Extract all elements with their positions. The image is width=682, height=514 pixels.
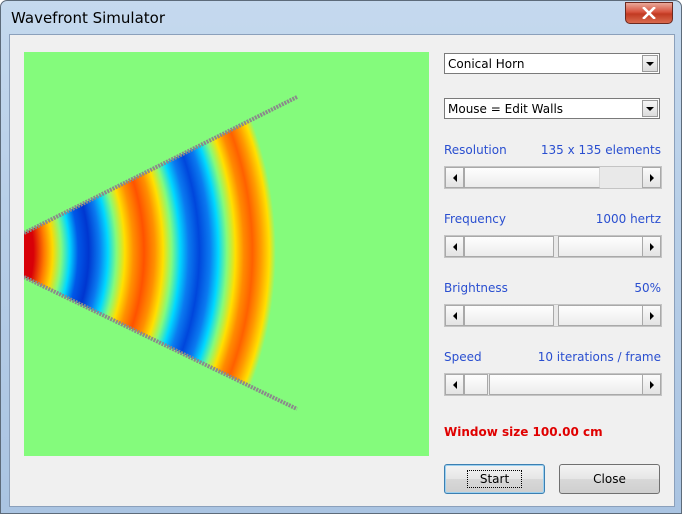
mouse-mode-select-value: Mouse = Edit Walls [448,102,564,116]
scroll-right-icon[interactable] [642,374,661,395]
scroll-right-icon[interactable] [642,167,661,188]
scroll-right-icon[interactable] [642,236,661,257]
resolution-value: 135 x 135 elements [540,143,661,157]
speed-value: 10 iterations / frame [537,350,661,364]
start-button[interactable]: Start [444,464,545,494]
brightness-label: Brightness [444,281,508,295]
brightness-value: 50% [634,281,661,295]
scroll-right-icon[interactable] [642,305,661,326]
frequency-value: 1000 hertz [595,212,661,226]
start-button-label: Start [466,470,523,488]
close-icon [642,7,656,19]
frequency-thumb[interactable] [558,236,644,257]
brightness-thumb[interactable] [558,305,644,326]
scroll-left-icon[interactable] [445,374,464,395]
resolution-scrollbar[interactable] [444,166,662,189]
simulation-canvas[interactable] [24,52,429,456]
geometry-select-value: Conical Horn [448,57,525,71]
geometry-select[interactable]: Conical Horn [444,53,660,74]
window-size-status: Window size 100.00 cm [444,425,603,439]
frequency-label: Frequency [444,212,506,226]
mouse-mode-select[interactable]: Mouse = Edit Walls [444,98,660,119]
chevron-down-icon[interactable] [642,55,658,72]
chevron-down-icon[interactable] [642,100,658,117]
client-area: Conical Horn Mouse = Edit Walls Resoluti… [9,34,675,507]
title-bar[interactable]: Wavefront Simulator [1,1,681,34]
frequency-track-left[interactable] [464,236,554,257]
speed-track-right[interactable] [489,374,644,395]
frequency-scrollbar[interactable] [444,235,662,258]
resolution-thumb[interactable] [464,167,600,188]
window-title: Wavefront Simulator [11,9,166,27]
app-window: Wavefront Simulator Conical Horn Mouse =… [0,0,682,514]
speed-label: Speed [444,350,482,364]
close-button[interactable]: Close [559,464,660,494]
speed-scrollbar[interactable] [444,373,662,396]
speed-thumb[interactable] [464,374,488,395]
close-button-label: Close [593,472,626,486]
scroll-left-icon[interactable] [445,167,464,188]
scroll-left-icon[interactable] [445,236,464,257]
resolution-label: Resolution [444,143,507,157]
brightness-scrollbar[interactable] [444,304,662,327]
scroll-left-icon[interactable] [445,305,464,326]
brightness-track-left[interactable] [464,305,554,326]
window-close-button[interactable] [625,2,673,24]
